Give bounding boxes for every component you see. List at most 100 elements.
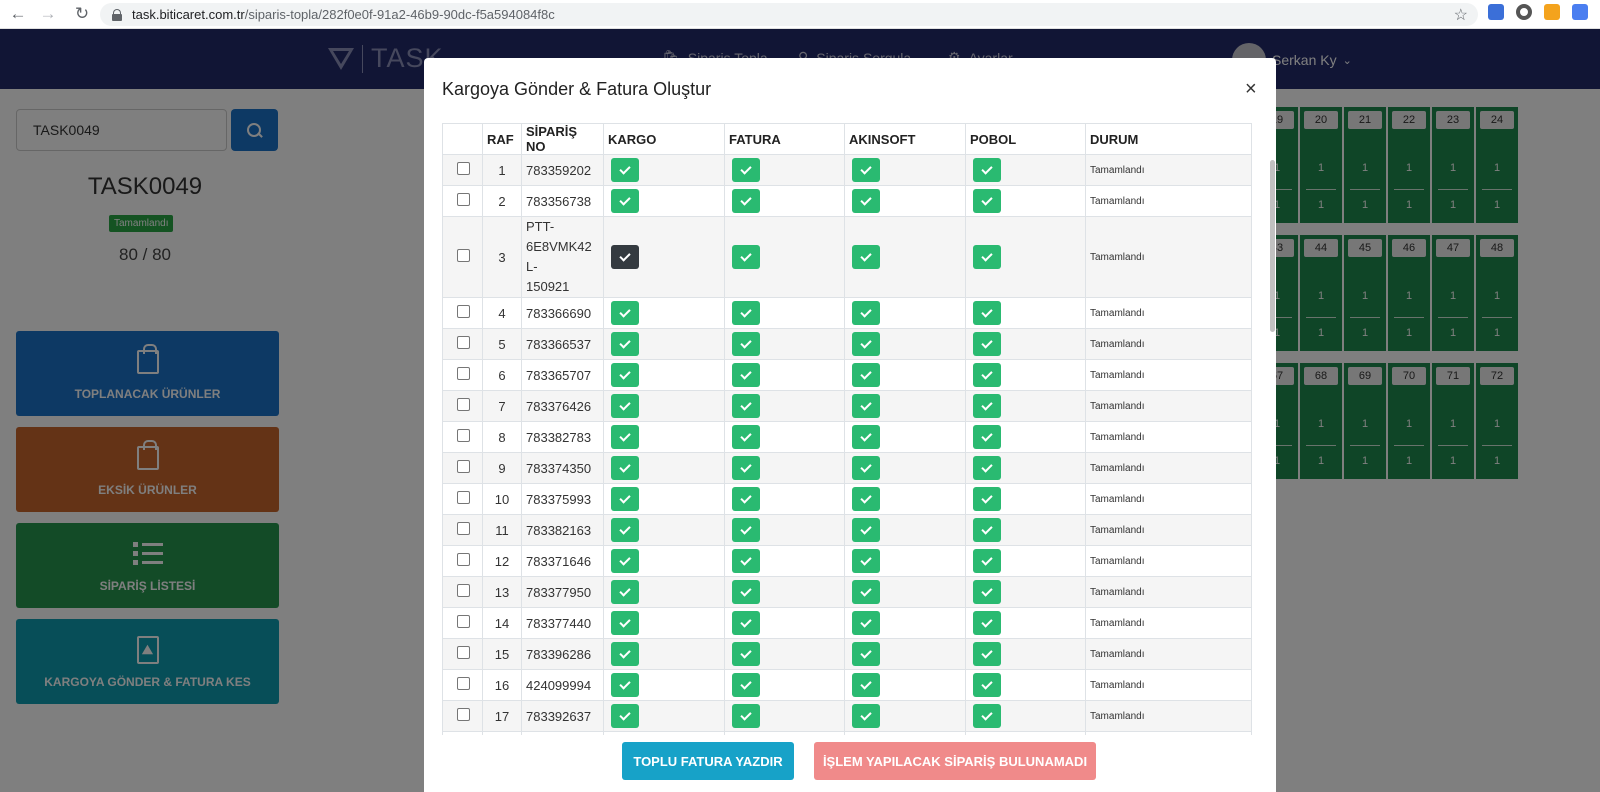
translate-extension-icon[interactable] xyxy=(1572,4,1588,20)
check-icon xyxy=(852,425,880,449)
back-arrow-icon[interactable]: ← xyxy=(6,2,30,26)
durum-status: Tamamlandı xyxy=(1085,576,1252,608)
raf-number: 8 xyxy=(482,421,522,453)
raf-number: 15 xyxy=(482,638,522,670)
check-icon xyxy=(852,642,880,666)
row-checkbox[interactable] xyxy=(457,398,470,411)
check-icon xyxy=(732,487,760,511)
bookmark-star-icon[interactable]: ☆ xyxy=(1454,5,1468,25)
durum-status: Tamamlandı xyxy=(1085,216,1252,298)
check-icon xyxy=(732,456,760,480)
durum-status: Tamamlandı xyxy=(1085,700,1252,732)
check-icon xyxy=(973,580,1001,604)
check-icon xyxy=(973,332,1001,356)
check-icon xyxy=(611,487,639,511)
extension-icon[interactable] xyxy=(1516,4,1532,20)
durum-status: Tamamlandı xyxy=(1085,359,1252,391)
durum-status: Tamamlandı xyxy=(1085,514,1252,546)
orders-table-container[interactable]: RAF SİPARİŞ NO KARGO FATURA AKINSOFT POB… xyxy=(442,123,1252,735)
table-row: 2 783356738 Tamamlandı xyxy=(442,185,1252,217)
durum-status: Tamamlandı xyxy=(1085,328,1252,360)
durum-status: Tamamlandı xyxy=(1085,154,1252,186)
check-icon xyxy=(611,518,639,542)
check-icon xyxy=(973,642,1001,666)
check-icon xyxy=(852,518,880,542)
row-checkbox[interactable] xyxy=(457,646,470,659)
reload-icon[interactable]: ↻ xyxy=(70,2,94,26)
check-icon xyxy=(973,245,1001,269)
order-number: 424099994 xyxy=(521,669,604,701)
extension-icon[interactable] xyxy=(1544,4,1560,20)
check-icon xyxy=(732,332,760,356)
order-number: 783366690 xyxy=(521,297,604,329)
order-number: 783392637 xyxy=(521,700,604,732)
table-row: 17 783392637 Tamamlandı xyxy=(442,700,1252,732)
row-checkbox[interactable] xyxy=(457,677,470,690)
durum-status: Tamamlandı xyxy=(1085,545,1252,577)
durum-status: Tamamlandı xyxy=(1085,390,1252,422)
toplu-fatura-yazdir-button[interactable]: TOPLU FATURA YAZDIR xyxy=(622,742,794,780)
check-icon xyxy=(732,549,760,573)
col-header-raf: RAF xyxy=(482,123,522,155)
raf-number: 11 xyxy=(482,514,522,546)
check-icon xyxy=(611,673,639,697)
row-checkbox[interactable] xyxy=(457,305,470,318)
row-checkbox[interactable] xyxy=(457,460,470,473)
row-checkbox[interactable] xyxy=(457,249,470,262)
table-row: 9 783374350 Tamamlandı xyxy=(442,452,1252,484)
order-number: 783374350 xyxy=(521,452,604,484)
table-row: 11 783382163 Tamamlandı xyxy=(442,514,1252,546)
check-icon xyxy=(732,580,760,604)
row-checkbox[interactable] xyxy=(457,429,470,442)
durum-status: Tamamlandı xyxy=(1085,297,1252,329)
row-checkbox[interactable] xyxy=(457,491,470,504)
raf-number: 10 xyxy=(482,483,522,515)
check-icon xyxy=(611,332,639,356)
check-icon xyxy=(852,363,880,387)
durum-status: Tamamlandı xyxy=(1085,185,1252,217)
raf-number: 5 xyxy=(482,328,522,360)
extension-icon[interactable] xyxy=(1488,4,1504,20)
check-icon xyxy=(611,642,639,666)
table-row: 7 783376426 Tamamlandı xyxy=(442,390,1252,422)
row-checkbox[interactable] xyxy=(457,162,470,175)
check-icon xyxy=(852,394,880,418)
address-bar[interactable]: task.biticaret.com.tr/siparis-topla/282f… xyxy=(100,3,1478,26)
durum-status: Tamamlandı xyxy=(1085,731,1252,735)
check-icon xyxy=(852,673,880,697)
check-icon xyxy=(852,245,880,269)
check-icon xyxy=(973,425,1001,449)
check-icon xyxy=(611,580,639,604)
row-checkbox[interactable] xyxy=(457,553,470,566)
modal-title: Kargoya Gönder & Fatura Oluştur xyxy=(442,79,712,99)
forward-arrow-icon[interactable]: → xyxy=(36,2,60,26)
check-icon xyxy=(732,189,760,213)
row-checkbox[interactable] xyxy=(457,336,470,349)
order-number: 783377440 xyxy=(521,607,604,639)
check-icon xyxy=(973,704,1001,728)
check-icon xyxy=(852,487,880,511)
col-header-fatura: FATURA xyxy=(724,123,845,155)
row-checkbox[interactable] xyxy=(457,522,470,535)
check-icon xyxy=(732,301,760,325)
scrollbar[interactable] xyxy=(1270,160,1275,332)
check-icon xyxy=(852,332,880,356)
check-icon xyxy=(611,245,639,269)
row-checkbox[interactable] xyxy=(457,708,470,721)
check-icon xyxy=(611,189,639,213)
check-icon xyxy=(852,704,880,728)
lock-icon xyxy=(112,8,122,21)
check-icon xyxy=(973,158,1001,182)
row-checkbox[interactable] xyxy=(457,193,470,206)
col-header-akinsoft: AKINSOFT xyxy=(844,123,966,155)
row-checkbox[interactable] xyxy=(457,615,470,628)
raf-number: 3 xyxy=(482,216,522,298)
order-number: 783365707 xyxy=(521,359,604,391)
row-checkbox[interactable] xyxy=(457,584,470,597)
row-checkbox[interactable] xyxy=(457,367,470,380)
order-number: 783356738 xyxy=(521,185,604,217)
order-number: 783359202 xyxy=(521,154,604,186)
close-icon[interactable]: × xyxy=(1245,78,1257,101)
orders-table: RAF SİPARİŞ NO KARGO FATURA AKINSOFT POB… xyxy=(442,123,1252,735)
url-path: /siparis-topla/282f0e0f-91a2-46b9-90dc-f… xyxy=(244,7,555,22)
